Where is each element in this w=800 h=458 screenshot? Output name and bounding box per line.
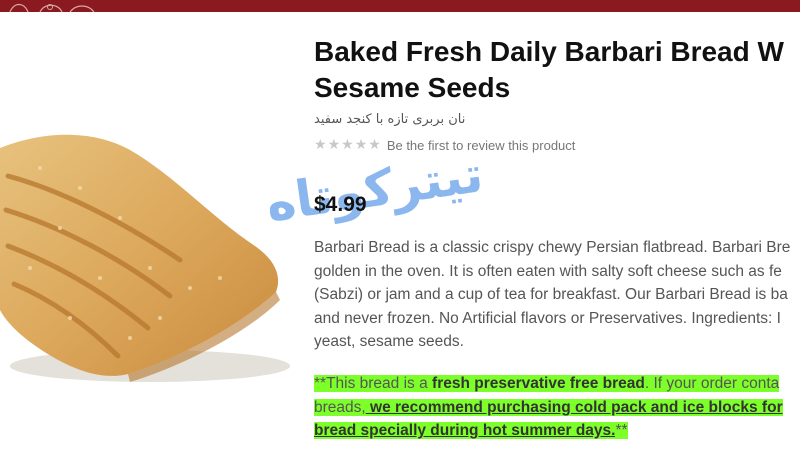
notice-text: ** xyxy=(615,422,628,439)
notice-bold-text: fresh preservative free bread xyxy=(432,375,645,392)
product-description: Barbari Bread is a classic crispy chewy … xyxy=(314,236,800,354)
description-line: Barbari Bread is a classic crispy chewy … xyxy=(314,239,791,256)
product-image[interactable] xyxy=(0,128,290,396)
product-title: Baked Fresh Daily Barbari Bread W Sesame… xyxy=(314,34,800,106)
notice-text: **This bread is a xyxy=(314,375,433,392)
notice-text: . If your order conta xyxy=(644,375,780,392)
storage-notice: **This bread is a fresh preservative fre… xyxy=(314,372,800,443)
product-persian-name: نان بربری تازه با کنجد سفید xyxy=(314,112,466,127)
product-title-line2: Sesame Seeds xyxy=(314,72,511,103)
bread-image xyxy=(0,134,290,382)
watermark-text: تیترکوتاه xyxy=(270,148,480,230)
description-line: yeast, sesame seeds. xyxy=(314,333,464,350)
product-title-line1: Baked Fresh Daily Barbari Bread W xyxy=(314,36,784,67)
product-price: $4.99 xyxy=(314,193,367,216)
notice-underlined-text: we recommend purchasing cold pack and ic… xyxy=(365,398,783,416)
description-line: and never frozen. No Artificial flavors … xyxy=(314,309,781,327)
header-ornament-icon xyxy=(9,3,95,12)
notice-underlined-text: bread specially during hot summer days. xyxy=(314,422,616,439)
notice-text: breads, xyxy=(314,398,366,416)
description-line: (Sabzi) or jam and a cup of tea for brea… xyxy=(314,286,788,303)
top-header-bar xyxy=(0,0,800,12)
watermark-logo: تیترکوتاه xyxy=(270,148,480,230)
description-line: golden in the oven. It is often eaten wi… xyxy=(314,262,782,280)
